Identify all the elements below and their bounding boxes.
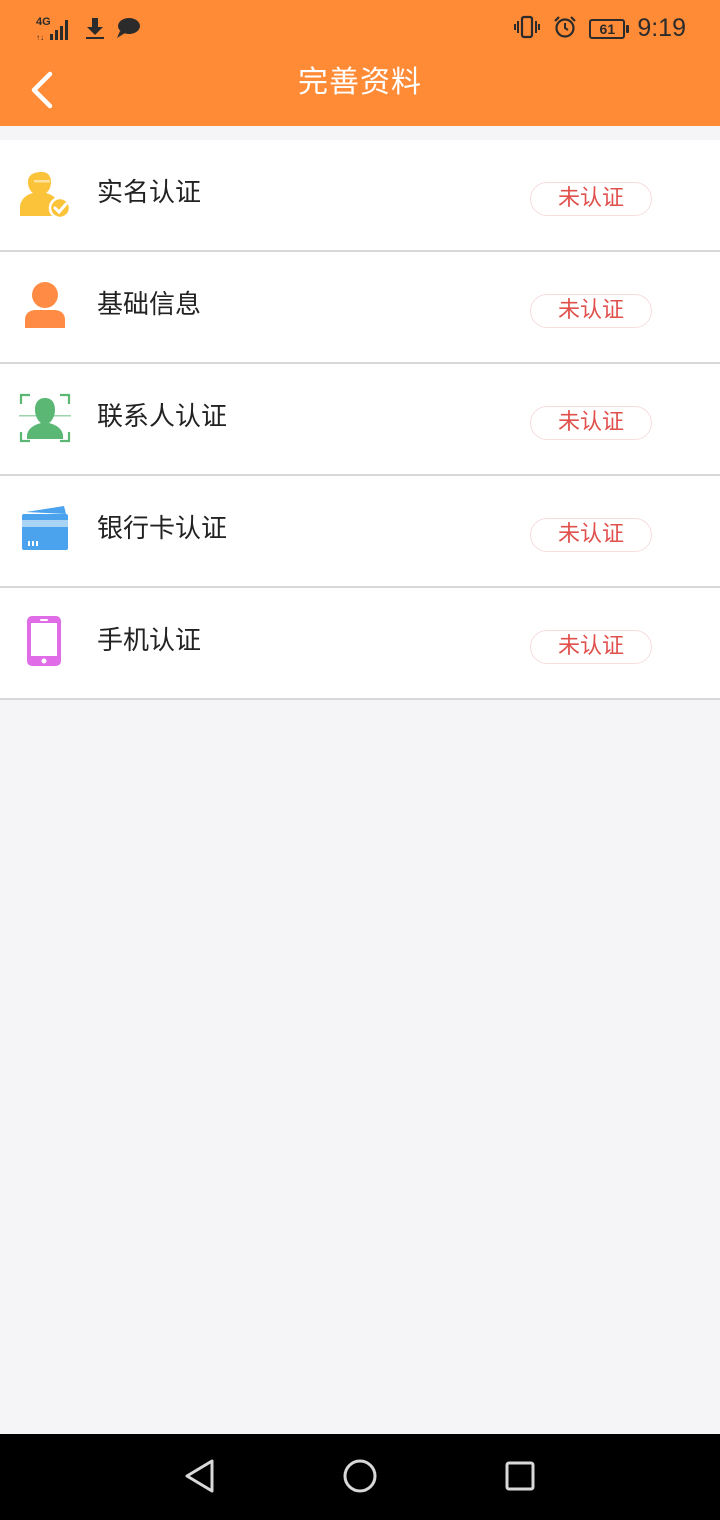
face-scan-icon	[18, 392, 72, 444]
battery-icon: 61	[589, 18, 630, 39]
person-icon	[18, 280, 72, 332]
status-badge: 未认证	[530, 182, 652, 216]
app-bar: 完善资料	[0, 58, 720, 126]
status-badge: 未认证	[530, 406, 652, 440]
clock: 9:19	[637, 14, 686, 42]
status-bar-right: 61 9:19	[513, 14, 686, 43]
item-label: 手机认证	[97, 626, 202, 656]
alarm-icon	[553, 15, 577, 43]
list-item-phone[interactable]: 手机认证 未认证	[0, 588, 720, 700]
back-triangle-icon	[183, 1458, 217, 1498]
signal-icon: 4G ↑↓	[36, 16, 74, 42]
nav-home-button[interactable]	[338, 1456, 382, 1500]
list-item-bank-card[interactable]: 银行卡认证 未认证	[0, 476, 720, 588]
svg-text:↑↓: ↑↓	[36, 33, 44, 42]
list-item-basic-info[interactable]: 基础信息 未认证	[0, 252, 720, 364]
status-badge: 未认证	[530, 294, 652, 328]
status-bar: 4G ↑↓ 61 9:19	[0, 0, 720, 58]
item-label: 基础信息	[97, 290, 202, 320]
status-bar-left: 4G ↑↓	[36, 16, 140, 44]
status-badge: 未认证	[530, 518, 652, 552]
bank-card-icon	[18, 504, 72, 556]
message-icon	[116, 17, 140, 43]
status-badge: 未认证	[530, 630, 652, 664]
verification-list: 实名认证 未认证 基础信息 未认证 联系人认证 未认证 银行卡认证 未认证 手机…	[0, 140, 720, 700]
mobile-phone-icon	[18, 616, 72, 668]
nav-back-button[interactable]	[178, 1456, 222, 1500]
id-verified-user-icon	[18, 168, 72, 220]
item-label: 联系人认证	[97, 402, 228, 432]
vibrate-icon	[513, 15, 541, 43]
list-item-real-name[interactable]: 实名认证 未认证	[0, 140, 720, 252]
download-icon	[84, 16, 106, 44]
system-nav-bar	[0, 1434, 720, 1520]
item-label: 实名认证	[97, 178, 202, 208]
nav-recents-button[interactable]	[498, 1456, 542, 1500]
list-item-contacts[interactable]: 联系人认证 未认证	[0, 364, 720, 476]
home-circle-icon	[342, 1458, 378, 1498]
page-title: 完善资料	[298, 65, 422, 100]
item-label: 银行卡认证	[97, 514, 228, 544]
recents-square-icon	[504, 1460, 536, 1496]
